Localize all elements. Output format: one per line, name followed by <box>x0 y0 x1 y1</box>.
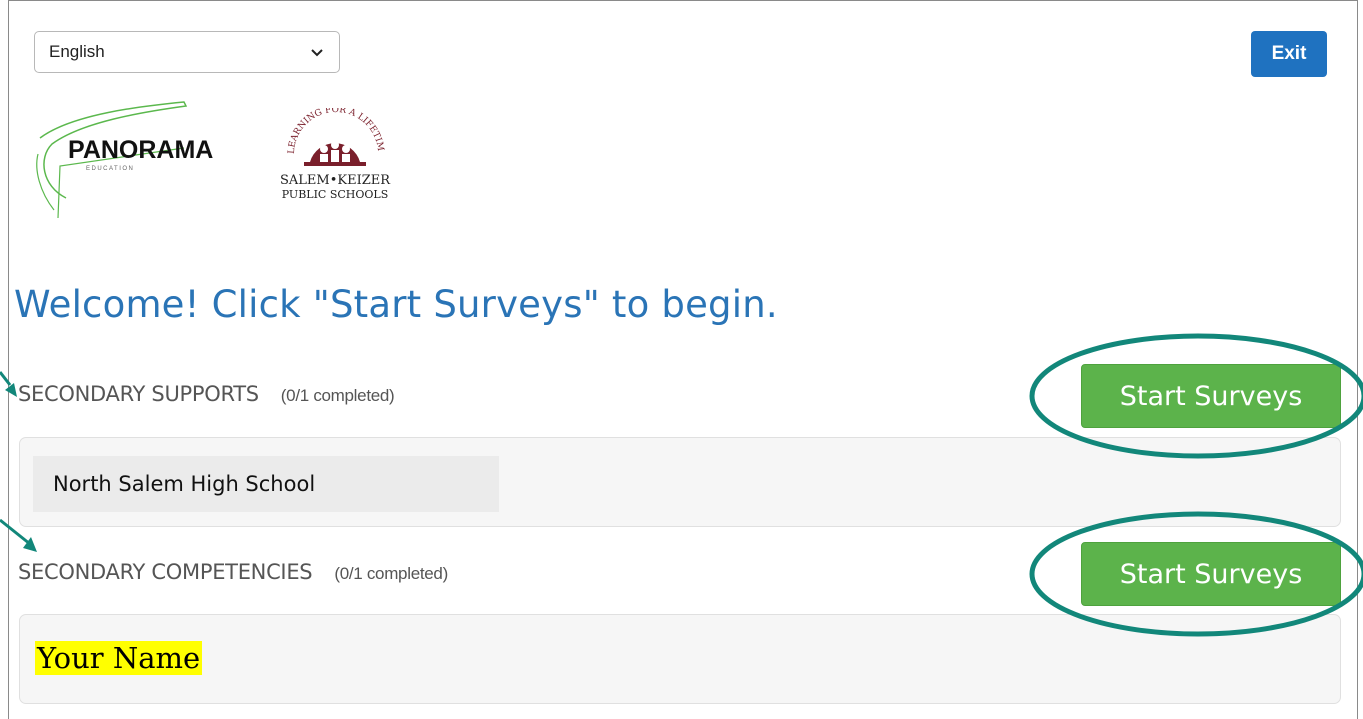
svg-text:PANORAMA: PANORAMA <box>68 136 213 164</box>
chevron-down-icon <box>311 49 323 57</box>
section-title-secondary-competencies: SECONDARY COMPETENCIES (0/1 completed) <box>18 560 448 584</box>
exit-button[interactable]: Exit <box>1251 31 1327 77</box>
welcome-heading: Welcome! Click "Start Surveys" to begin. <box>14 283 778 326</box>
section-title-secondary-supports: SECONDARY SUPPORTS (0/1 completed) <box>18 382 395 406</box>
svg-text:EDUCATION: EDUCATION <box>86 166 134 172</box>
svg-text:SALEM•KEIZER: SALEM•KEIZER <box>280 173 391 188</box>
section-name: SECONDARY SUPPORTS <box>18 382 259 406</box>
section-name: SECONDARY COMPETENCIES <box>18 560 313 584</box>
survey-panel-supports: North Salem High School <box>19 437 1341 527</box>
salem-keizer-logo: LEARNING FOR A LIFETIME SALEM•KEIZER PUB… <box>272 108 391 201</box>
language-select[interactable]: English <box>34 31 340 73</box>
survey-panel-competencies: Your Name <box>19 614 1341 704</box>
completion-count: (0/1 completed) <box>334 564 448 583</box>
completion-count: (0/1 completed) <box>280 386 395 405</box>
start-surveys-button-competencies[interactable]: Start Surveys <box>1081 542 1341 606</box>
svg-text:PUBLIC SCHOOLS: PUBLIC SCHOOLS <box>282 188 389 201</box>
your-name-highlight: Your Name <box>35 641 203 675</box>
school-name-chip: North Salem High School <box>33 456 499 512</box>
language-selected-value: English <box>49 42 105 61</box>
start-surveys-button-supports[interactable]: Start Surveys <box>1081 364 1341 428</box>
panorama-education-logo: PANORAMA EDUCATION <box>36 101 213 219</box>
